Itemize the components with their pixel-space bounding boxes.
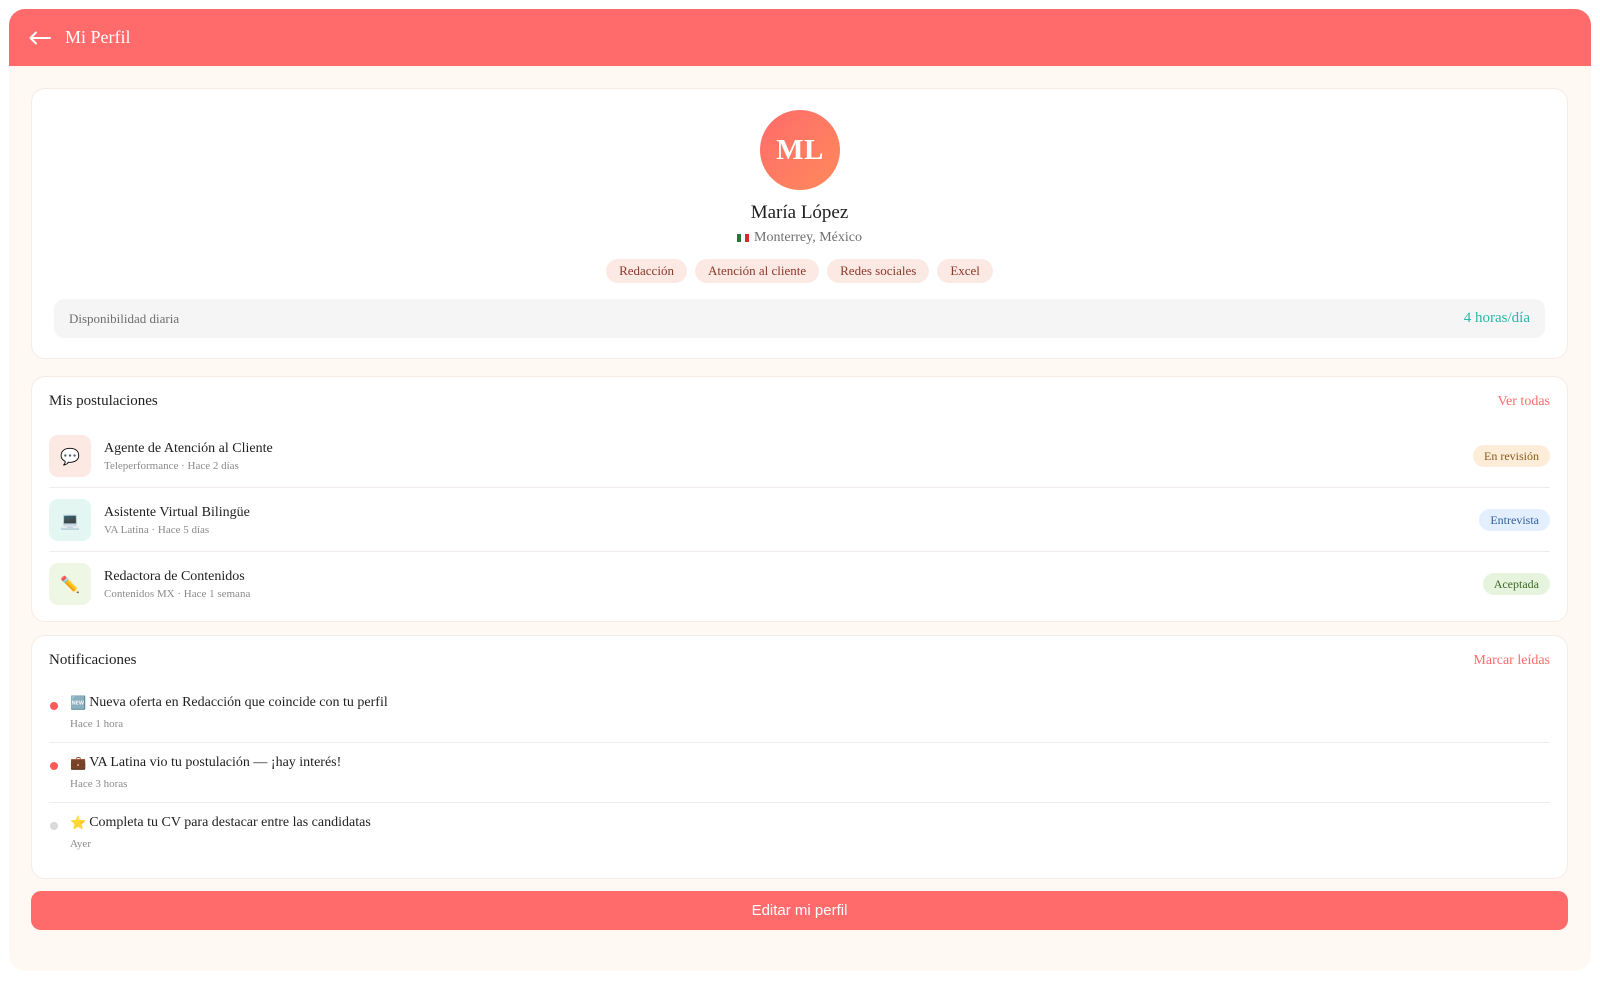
- application-text: Redactora de Contenidos Contenidos MX · …: [104, 569, 1483, 600]
- application-title: Agente de Atención al Cliente: [104, 440, 273, 456]
- notification-text: Completa tu CV para destacar entre las c…: [89, 815, 371, 830]
- application-row[interactable]: 💻 Asistente Virtual Bilingüe VA Latina ·…: [49, 488, 1550, 552]
- applications-header: Mis postulaciones Ver todas: [49, 393, 1550, 410]
- notifications-header: Notificaciones Marcar leídas: [49, 652, 1550, 669]
- app-window: Mi Perfil ML María López Monterrey, Méxi…: [9, 9, 1591, 971]
- read-dot: [50, 822, 58, 830]
- application-text: Agente de Atención al Cliente Teleperfor…: [104, 441, 1473, 472]
- status-badge: Aceptada: [1482, 573, 1550, 595]
- pencil-icon: ✏️: [49, 563, 91, 605]
- application-meta: Contenidos MX · Hace 1 semana: [104, 587, 251, 600]
- notification-text: Nueva oferta en Redacción que coincide c…: [89, 695, 388, 710]
- application-row[interactable]: 💬 Agente de Atención al Cliente Teleperf…: [49, 424, 1550, 488]
- application-title: Redactora de Contenidos: [104, 568, 245, 584]
- briefcase-icon: 💼: [70, 755, 87, 771]
- notification-item[interactable]: 💼 VA Latina vio tu postulación — ¡hay in…: [49, 743, 1550, 803]
- unread-dot: [50, 762, 58, 770]
- arrow-left-icon[interactable]: [29, 28, 55, 48]
- new-badge-icon: 🆕: [70, 695, 87, 711]
- location-text: Monterrey, México: [754, 230, 862, 245]
- availability-row: Disponibilidad diaria 4 horas/día: [54, 299, 1545, 338]
- top-bar: Mi Perfil: [9, 9, 1591, 66]
- unread-dot: [50, 702, 58, 710]
- notification-time: Ayer: [70, 838, 91, 850]
- skill-chip: Excel: [937, 259, 993, 283]
- notification-time: Hace 1 hora: [70, 718, 124, 730]
- availability-value: 4 horas/día: [1463, 310, 1530, 326]
- skill-chip: Atención al cliente: [694, 259, 820, 283]
- view-all-link[interactable]: Ver todas: [1498, 394, 1551, 410]
- applications-card: Mis postulaciones Ver todas 💬 Agente de …: [31, 376, 1568, 622]
- applications-title: Mis postulaciones: [49, 393, 158, 409]
- notification-item[interactable]: 🆕 Nueva oferta en Redacción que coincide…: [49, 683, 1550, 743]
- notification-time: Hace 3 horas: [70, 778, 128, 790]
- laptop-icon: 💻: [49, 499, 91, 541]
- notification-text-row: 🆕 Nueva oferta en Redacción que coincide…: [70, 695, 388, 711]
- application-title: Asistente Virtual Bilingüe: [104, 504, 250, 520]
- skills-list: Redacción Atención al cliente Redes soci…: [32, 259, 1567, 283]
- page-title: Mi Perfil: [65, 27, 131, 47]
- avatar: ML: [760, 110, 840, 190]
- profile-name: María López: [750, 202, 849, 223]
- notification-text: VA Latina vio tu postulación — ¡hay inte…: [89, 755, 342, 770]
- notification-text-row: 💼 VA Latina vio tu postulación — ¡hay in…: [70, 755, 341, 771]
- notifications-title: Notificaciones: [49, 652, 137, 668]
- mexico-flag-icon: [737, 234, 750, 242]
- application-text: Asistente Virtual Bilingüe VA Latina · H…: [104, 505, 1479, 536]
- application-meta: VA Latina · Hace 5 días: [104, 523, 210, 536]
- edit-profile-button[interactable]: Editar mi perfil: [31, 891, 1568, 930]
- status-badge: En revisión: [1473, 445, 1550, 467]
- notification-text-row: ⭐ Completa tu CV para destacar entre las…: [70, 815, 371, 831]
- status-badge: Entrevista: [1479, 509, 1550, 531]
- profile-location: Monterrey, México: [32, 230, 1567, 246]
- notification-item[interactable]: ⭐ Completa tu CV para destacar entre las…: [49, 803, 1550, 863]
- speech-bubble-icon: 💬: [49, 435, 91, 477]
- application-meta: Teleperformance · Hace 2 días: [104, 459, 239, 472]
- notifications-card: Notificaciones Marcar leídas 🆕 Nueva ofe…: [31, 635, 1568, 879]
- mark-read-link[interactable]: Marcar leídas: [1473, 653, 1550, 669]
- availability-label: Disponibilidad diaria: [69, 310, 180, 326]
- application-row[interactable]: ✏️ Redactora de Contenidos Contenidos MX…: [49, 552, 1550, 616]
- skill-chip: Redacción: [606, 259, 687, 283]
- star-icon: ⭐: [70, 815, 87, 831]
- skill-chip: Redes sociales: [827, 259, 930, 283]
- profile-card: ML María López Monterrey, México Redacci…: [31, 88, 1568, 359]
